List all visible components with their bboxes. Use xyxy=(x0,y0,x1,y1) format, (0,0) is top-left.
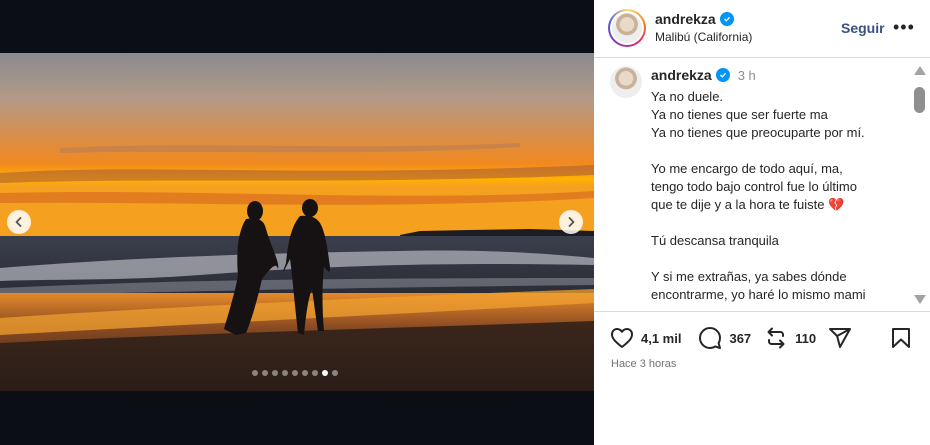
save-button[interactable] xyxy=(891,327,911,354)
caption-avatar[interactable] xyxy=(610,66,642,98)
divider xyxy=(594,311,930,312)
scroll-thumb[interactable] xyxy=(914,87,925,113)
caption-text: Ya no duele. Ya no tienes que ser fuerte … xyxy=(651,88,901,304)
caption-line: Ya no duele. xyxy=(651,89,724,104)
verified-badge-icon xyxy=(719,12,734,26)
more-options-button[interactable]: ••• xyxy=(893,18,915,36)
follow-button[interactable]: Seguir xyxy=(841,20,885,36)
post-side-panel: andrekza Malibú (California) Seguir ••• … xyxy=(594,0,930,445)
caption-scrollbar[interactable] xyxy=(910,59,930,309)
repost-icon xyxy=(767,327,785,349)
caption-area: andrekza 3 h Ya no duele. Ya no tienes qu… xyxy=(594,59,910,309)
carousel-dot xyxy=(252,370,258,376)
post-timestamp[interactable]: 3 h xyxy=(738,68,756,83)
caption-username-row: andrekza 3 h xyxy=(651,67,756,83)
repost-button[interactable]: 110 xyxy=(764,326,816,350)
caption-line: Tú descansa tranquila xyxy=(651,233,779,248)
header-username[interactable]: andrekza xyxy=(655,11,716,27)
like-count[interactable]: 4,1 mil xyxy=(641,331,681,346)
caption-line: Ya no tienes que preocuparte por mí. xyxy=(651,125,865,140)
action-bar: 4,1 mil 367 110 xyxy=(610,326,852,350)
carousel-dot xyxy=(292,370,298,376)
carousel-prev-button[interactable] xyxy=(7,210,31,234)
caption-line: Y si me extrañas, ya sabes dónde xyxy=(651,269,847,284)
caption-line: Yo me encargo de todo aquí, ma, xyxy=(651,161,843,176)
carousel-dot xyxy=(282,370,288,376)
bookmark-icon xyxy=(892,328,910,348)
share-button[interactable] xyxy=(828,326,852,350)
carousel-indicator xyxy=(252,370,338,376)
avatar xyxy=(612,13,642,43)
chevron-right-icon xyxy=(568,217,575,227)
caption-line: que te dije y a la hora te fuiste 💔 xyxy=(651,197,845,212)
verified-badge-icon xyxy=(715,68,730,82)
carousel-dot xyxy=(332,370,338,376)
post-header: andrekza Malibú (California) Seguir ••• xyxy=(594,0,930,58)
carousel-dot xyxy=(302,370,308,376)
scroll-up-arrow[interactable] xyxy=(914,66,926,75)
carousel-dot xyxy=(272,370,278,376)
carousel-next-button[interactable] xyxy=(559,210,583,234)
caption-line: encontrarme, yo haré lo mismo mami xyxy=(651,287,866,302)
caption-username[interactable]: andrekza xyxy=(651,67,712,83)
header-username-row: andrekza xyxy=(655,11,734,27)
instagram-post-modal: andrekza Malibú (California) Seguir ••• … xyxy=(0,0,930,445)
chevron-left-icon xyxy=(15,217,22,227)
media-area xyxy=(0,0,594,445)
caption-line: Ya no tienes que ser fuerte ma xyxy=(651,107,828,122)
post-time-ago[interactable]: Hace 3 horas xyxy=(611,358,676,370)
carousel-dot xyxy=(322,370,328,376)
heart-icon xyxy=(611,328,633,348)
location-link[interactable]: Malibú (California) xyxy=(655,30,752,44)
post-photo xyxy=(0,53,594,391)
send-icon xyxy=(829,328,852,348)
sunset-beach-image xyxy=(0,53,594,391)
repost-count[interactable]: 110 xyxy=(795,331,816,346)
carousel-dot xyxy=(312,370,318,376)
story-avatar[interactable] xyxy=(608,9,646,47)
carousel-dot xyxy=(262,370,268,376)
like-button[interactable]: 4,1 mil xyxy=(610,327,681,349)
comment-button[interactable]: 367 xyxy=(698,326,751,350)
comment-count[interactable]: 367 xyxy=(729,331,751,346)
comment-bubble-icon xyxy=(699,327,722,349)
caption-line: tengo todo bajo control fue lo último xyxy=(651,179,857,194)
scroll-down-arrow[interactable] xyxy=(914,295,926,304)
